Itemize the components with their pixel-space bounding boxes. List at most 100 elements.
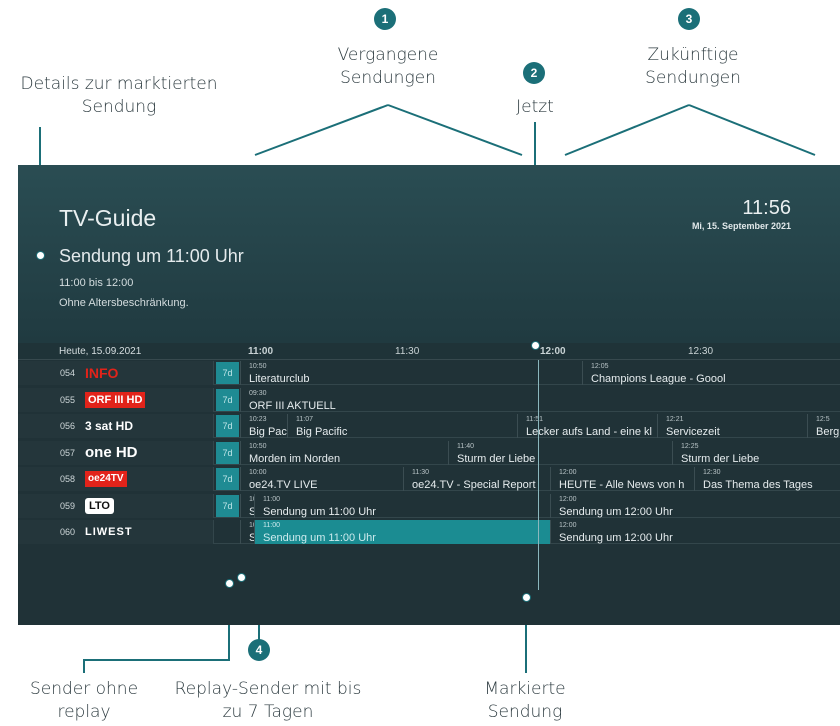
replay-badge: 7d — [216, 415, 239, 437]
program-cell[interactable]: 10S — [240, 520, 254, 544]
replay-badge: 7d — [216, 468, 239, 490]
program-title: Das Thema des Tages — [703, 479, 813, 491]
channel-logo: ORF III HD — [85, 391, 146, 408]
program-cell[interactable]: 09:30 ORF III AKTUELL — [240, 387, 840, 412]
program-title: Sturm der Liebe — [681, 452, 760, 465]
channel-row[interactable]: 059 LTO 7d10S 11:00 Sendung um 11:00 Uhr 12:0… — [18, 493, 840, 518]
program-title: Big Paci — [249, 426, 287, 438]
program-cell[interactable]: 10:23 Big Paci — [240, 414, 287, 438]
program-start-time: 09:30 — [249, 389, 267, 397]
channel-number: 054 — [60, 368, 76, 378]
program-start-time: 11:07 — [296, 416, 313, 423]
channel-logo: 3 sat HD — [85, 419, 134, 433]
program-title: ORF III AKTUELL — [249, 399, 336, 412]
tv-guide-screen: TV-Guide Sendung um 11:00 Uhr 11:00 bis … — [18, 165, 840, 625]
program-cell[interactable]: 11:30 oe24.TV - Special Report — [403, 467, 550, 491]
program-title: Sendung um 11:00 Uhr — [263, 505, 376, 518]
program-cell-selected[interactable]: 11:00 Sendung um 11:00 Uhr — [254, 520, 550, 544]
program-cell[interactable]: 12:00 HEUTE - Alle News von h — [550, 467, 694, 491]
program-title: HEUTE - Alle News von h — [559, 479, 685, 491]
program-cell[interactable]: 11:40 Sturm der Liebe — [448, 440, 672, 465]
annotation-dot — [522, 593, 531, 602]
program-start-time: 12:5 — [816, 416, 830, 423]
channel-logo: oe24TV — [85, 471, 127, 487]
timeline-tick: 12:00 — [540, 346, 566, 357]
program-cell[interactable]: 11:07 Big Pacific — [287, 414, 517, 438]
channel-info[interactable]: 057 one HD — [18, 440, 214, 465]
program-cell[interactable]: 12:25 Sturm der Liebe — [672, 440, 840, 465]
program-start-time: 12:30 — [703, 469, 721, 476]
channel-number: 057 — [60, 447, 76, 458]
now-indicator-line — [538, 360, 539, 590]
channel-info[interactable]: 054 INFO — [18, 361, 214, 385]
details-header: TV-Guide Sendung um 11:00 Uhr 11:00 bis … — [18, 165, 840, 343]
channel-row[interactable]: 060 LIWEST 10S 11:00 Sendung um 11:00 Uhr 12:… — [18, 520, 840, 544]
program-start-time: 10:50 — [249, 363, 267, 370]
timeline-tick: 12:30 — [688, 346, 714, 357]
program-title: Morden im Norden — [249, 452, 341, 465]
program-cell[interactable]: 12:5 Berg — [807, 414, 840, 438]
channel-info[interactable]: 060 LIWEST — [18, 520, 214, 544]
program-cell[interactable]: 10S — [240, 493, 254, 518]
program-start-time: 12:25 — [681, 442, 699, 450]
channel-number: 055 — [60, 394, 76, 405]
current-date: Mi, 15. September 2021 — [691, 221, 791, 231]
program-title: oe24.TV LIVE — [249, 479, 318, 491]
program-title: Servicezeit — [666, 426, 720, 438]
program-start-time: 11:00 — [263, 495, 280, 503]
channel-info[interactable]: 059 LTO — [18, 493, 214, 518]
program-title: Sendung um 12:00 Uhr — [559, 505, 673, 518]
channel-info[interactable]: 058 oe24TV — [18, 467, 214, 491]
timeline: Heute, 15.09.2021 11:00 11:30 12:00 12:3… — [18, 343, 840, 360]
program-cell[interactable]: 10:50 Morden im Norden — [240, 440, 448, 465]
selected-program-age-rating: Ohne Altersbeschränkung. — [59, 297, 189, 309]
channel-logo: LIWEST — [85, 526, 133, 538]
program-cell[interactable]: 12:00 Sendung um 12:00 Uhr — [550, 493, 840, 518]
channel-row[interactable]: 054 INFO 7d 10:50 Literaturclub 12:05 Champion… — [18, 361, 840, 385]
replay-badge: 7d — [216, 388, 239, 411]
program-cell[interactable]: 12:00 Sendung um 12:00 Uhr — [550, 520, 840, 544]
program-title: Literaturclub — [249, 373, 310, 385]
annotation-dot — [36, 251, 45, 260]
program-cell[interactable]: 10:00 oe24.TV LIVE — [240, 467, 403, 491]
replay-badge: 7d — [216, 441, 239, 464]
program-title: Big Pacific — [296, 426, 348, 438]
clock: 11:56 — [742, 197, 791, 219]
annotation-dot — [531, 341, 540, 350]
channel-row[interactable]: 057 one HD 7d 10:50 Morden im Norden 11:40 Stu… — [18, 440, 840, 465]
selected-program-time: 11:00 bis 12:00 — [59, 277, 134, 289]
program-title: Sendung um 11:00 Uhr — [263, 532, 376, 544]
channel-number: 060 — [60, 527, 76, 537]
channel-logo: LTO — [85, 497, 114, 514]
channel-info[interactable]: 056 3 sat HD — [18, 414, 214, 438]
program-title: Champions League - Goool — [591, 373, 726, 385]
program-title: oe24.TV - Special Report — [412, 479, 536, 491]
program-cell[interactable]: 12:05 Champions League - Goool — [582, 361, 840, 385]
channel-info[interactable]: 055 ORF III HD — [18, 387, 214, 412]
channel-number: 058 — [60, 474, 76, 484]
program-start-time: 11:40 — [457, 442, 474, 450]
program-cell[interactable]: 12:21 Servicezeit — [657, 414, 807, 438]
channel-row[interactable]: 058 oe24TV 7d 10:00 oe24.TV LIVE 11:30 oe24.TV… — [18, 467, 840, 491]
program-start-time: 10:00 — [249, 469, 267, 476]
program-start-time: 11:00 — [263, 522, 280, 529]
program-title: Lecker aufs Land - eine kl — [526, 426, 652, 438]
channel-number: 056 — [60, 421, 76, 431]
replay-badge: 7d — [216, 494, 239, 517]
channel-row[interactable]: 055 ORF III HD 7d 09:30 ORF III AKTUELL — [18, 387, 840, 412]
timeline-tick: 11:00 — [248, 346, 274, 357]
program-title: Berg — [816, 426, 840, 438]
program-start-time: 10:23 — [249, 416, 267, 423]
selected-program-title: Sendung um 11:00 Uhr — [59, 246, 244, 266]
program-start-time: 11:30 — [412, 469, 429, 476]
program-cell[interactable]: 11:00 Sendung um 11:00 Uhr — [254, 493, 550, 518]
timeline-tick: 11:30 — [395, 346, 420, 357]
program-start-time: 12:05 — [591, 363, 609, 370]
program-start-time: 12:00 — [559, 522, 577, 529]
program-start-time: 10:50 — [249, 442, 267, 450]
channel-row[interactable]: 056 3 sat HD 7d 10:23 Big Paci 11:07 Big Pacif… — [18, 414, 840, 438]
program-start-time: 12:00 — [559, 495, 577, 503]
program-cell[interactable]: 10:50 Literaturclub — [240, 361, 582, 385]
annotation-dot — [237, 573, 246, 582]
program-cell[interactable]: 12:30 Das Thema des Tages — [694, 467, 840, 491]
